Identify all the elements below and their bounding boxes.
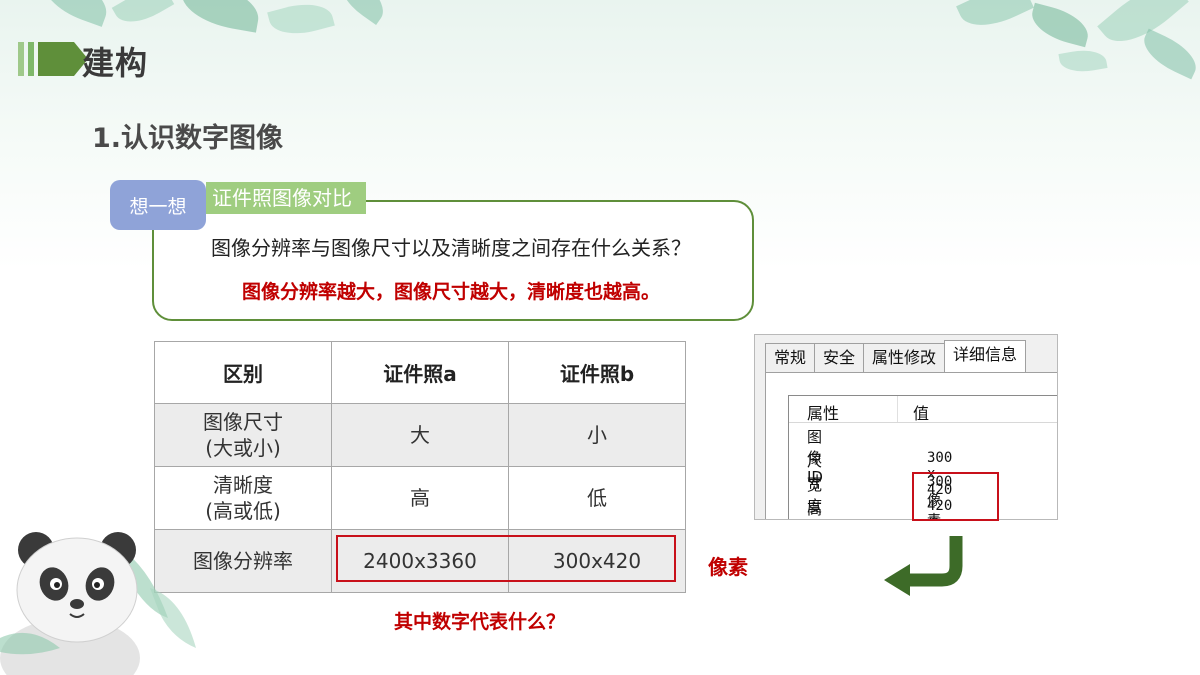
table-header-row: 区别 证件照a 证件照b <box>154 341 686 404</box>
list-header: 属性 值 <box>789 396 1057 424</box>
cell-b: 300x420 <box>508 529 686 593</box>
dialog-tabs: 常规 安全 属性修改 详细信息 <box>765 340 1027 372</box>
column-header-value[interactable]: 值 <box>913 400 929 424</box>
think-tag: 证件照图像对比 <box>206 182 366 214</box>
tab-details[interactable]: 详细信息 <box>944 340 1027 372</box>
pixel-values-highlight-box <box>912 472 999 521</box>
think-badge: 想一想 <box>110 180 206 230</box>
cell-a: 大 <box>331 403 509 467</box>
row-label-line: 清晰度 <box>213 473 273 497</box>
page-title: 建构 <box>82 44 149 82</box>
prop-key: 高度 <box>807 500 823 518</box>
tab-general[interactable]: 常规 <box>765 343 816 372</box>
header-cell-b: 证件照b <box>508 341 686 404</box>
row-label-line: 图像尺寸 <box>203 410 283 434</box>
tab-attribute-edit[interactable]: 属性修改 <box>863 343 946 372</box>
table-row: 图像分辨率 2400x3360 300x420 <box>154 529 686 593</box>
bottom-question: 其中数字代表什么？ <box>394 611 566 633</box>
cell-b: 低 <box>508 466 686 530</box>
cell-a: 高 <box>331 466 509 530</box>
row-label-line: (高或低) <box>205 499 281 523</box>
cell-b: 小 <box>508 403 686 467</box>
row-label: 清晰度 (高或低) <box>154 466 332 530</box>
header-cell-diff: 区别 <box>154 341 332 404</box>
table-row: 清晰度 (高或低) 高 低 <box>154 466 686 530</box>
answer-text: 图像分辨率越大，图像尺寸越大，清晰度也越高。 <box>241 281 660 303</box>
question-text: 图像分辨率与图像尺寸以及清晰度之间存在什么关系？ <box>211 236 691 260</box>
pixel-label: 像素 <box>708 555 748 579</box>
comparison-table: 区别 证件照a 证件照b 图像尺寸 (大或小) 大 小 清晰度 (高或低) 高 … <box>154 341 686 593</box>
properties-dialog: 常规 安全 属性修改 详细信息 属性 值 图像 ID 尺寸 300 x 420 … <box>754 334 1058 520</box>
tab-security[interactable]: 安全 <box>814 343 865 372</box>
row-label: 图像尺寸 (大或小) <box>154 403 332 467</box>
cell-a: 2400x3360 <box>331 529 509 593</box>
section-title: 1.认识数字图像 <box>92 123 284 154</box>
table-row: 图像尺寸 (大或小) 大 小 <box>154 403 686 467</box>
curved-arrow-icon <box>884 536 963 596</box>
row-label-line: (大或小) <box>205 436 281 460</box>
column-header-property[interactable]: 属性 <box>807 400 839 424</box>
header-cell-a: 证件照a <box>331 341 509 404</box>
panda-illustration <box>0 532 196 675</box>
